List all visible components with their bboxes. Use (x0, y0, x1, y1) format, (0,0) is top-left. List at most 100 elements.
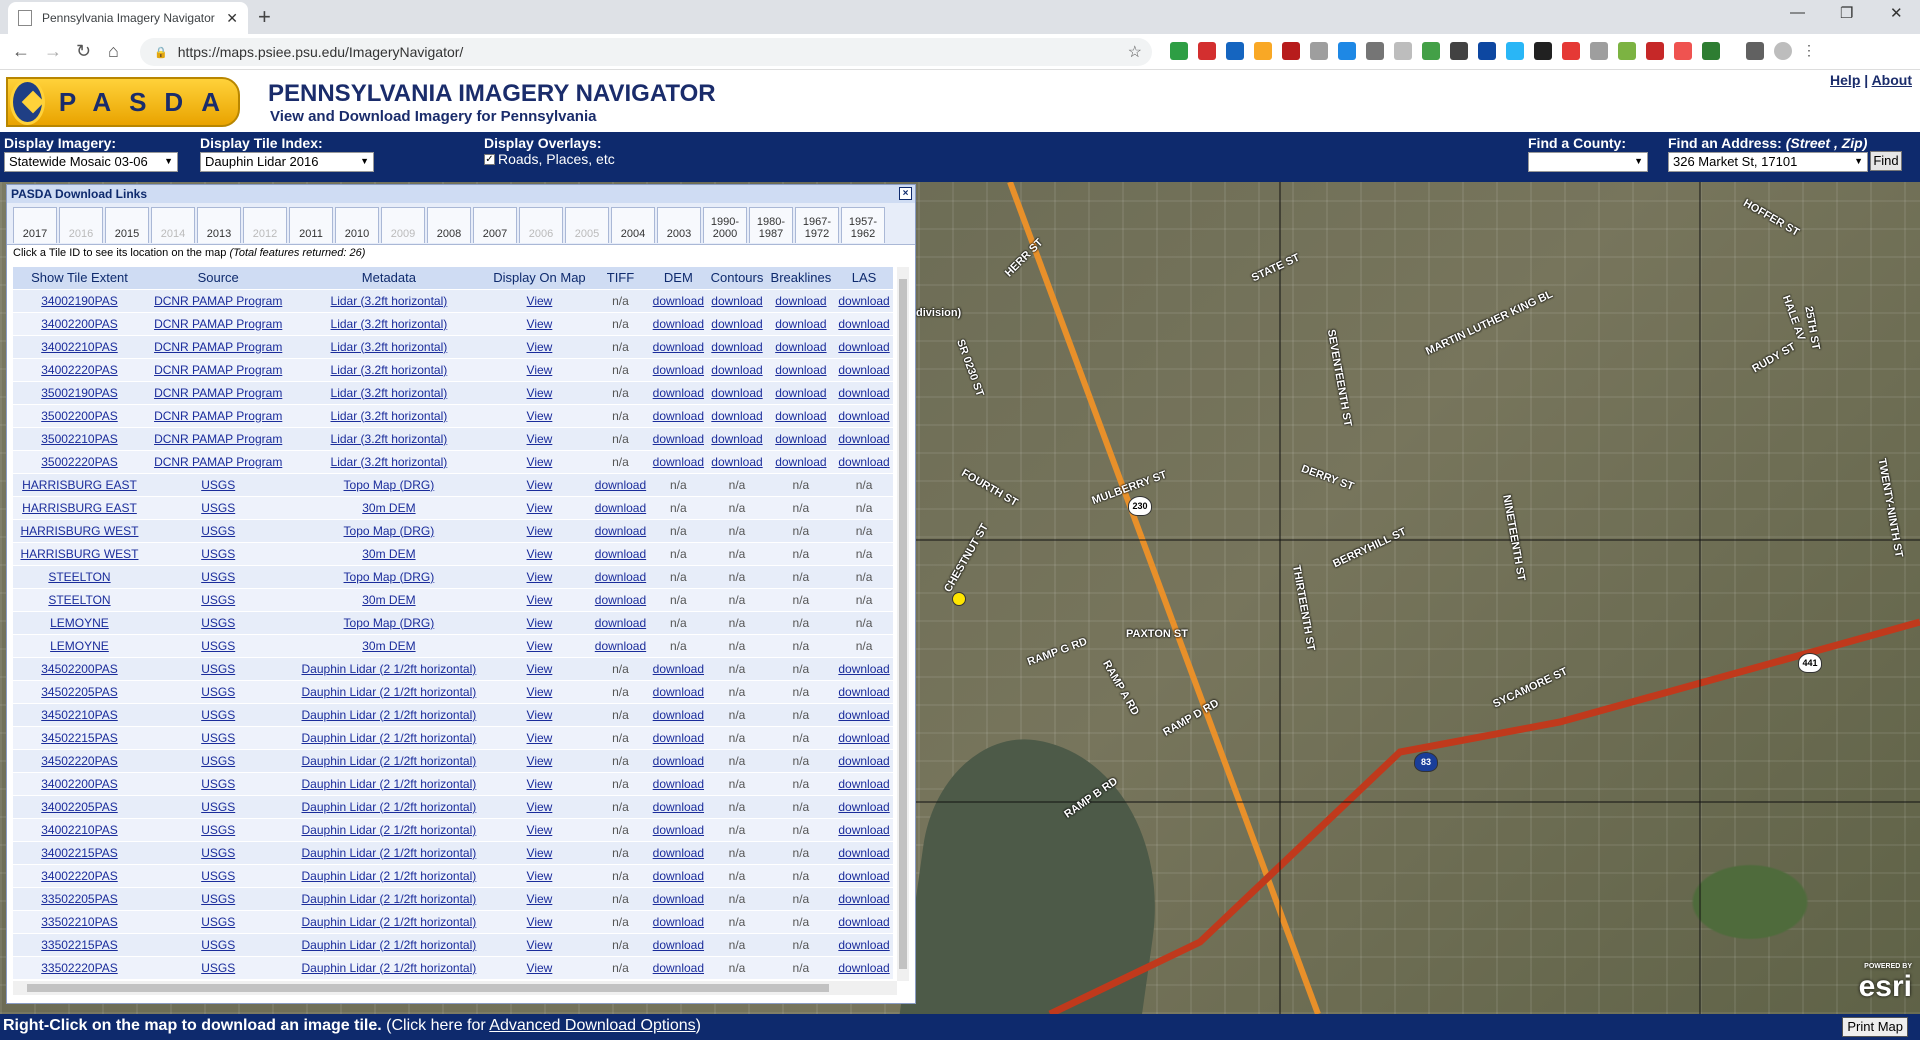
table-cell[interactable]: USGS (145, 611, 291, 635)
table-cell[interactable]: download (835, 427, 893, 451)
table-cell[interactable]: USGS (145, 542, 291, 566)
location-marker[interactable] (952, 592, 966, 606)
table-cell[interactable]: Topo Map (DRG) (290, 611, 488, 635)
table-cell[interactable]: download (649, 680, 708, 704)
display-imagery-select[interactable]: Statewide Mosaic 03-06 (4, 152, 178, 172)
bookmark-star-icon[interactable]: ☆ (1128, 42, 1142, 62)
table-cell[interactable]: download (591, 565, 650, 589)
table-cell[interactable]: download (649, 703, 708, 727)
extension-icon[interactable] (1562, 42, 1580, 60)
year-tab-1990-2000[interactable]: 1990-2000 (703, 207, 747, 243)
table-cell[interactable]: download (649, 910, 708, 934)
table-cell[interactable]: download (649, 841, 708, 865)
table-cell[interactable]: View (487, 634, 592, 658)
table-cell[interactable]: Lidar (3.2ft horizontal) (290, 381, 488, 405)
table-cell[interactable]: View (487, 887, 592, 911)
table-cell[interactable]: View (487, 588, 592, 612)
table-cell[interactable]: download (707, 381, 767, 405)
table-cell[interactable]: 34502205PAS (13, 680, 146, 704)
extension-icon[interactable] (1366, 42, 1384, 60)
table-cell[interactable]: 35002220PAS (13, 450, 146, 474)
table-cell[interactable]: View (487, 450, 592, 474)
table-cell[interactable]: download (766, 450, 836, 474)
table-cell[interactable]: 30m DEM (290, 634, 488, 658)
extension-icon[interactable] (1422, 42, 1440, 60)
table-cell[interactable]: download (649, 404, 708, 428)
table-cell[interactable]: DCNR PAMAP Program (145, 312, 291, 336)
table-cell[interactable]: View (487, 565, 592, 589)
table-cell[interactable]: USGS (145, 496, 291, 520)
year-tab-2017[interactable]: 2017 (13, 207, 57, 243)
table-cell[interactable]: View (487, 956, 592, 980)
table-cell[interactable]: download (707, 427, 767, 451)
profile-avatar[interactable] (1774, 42, 1792, 60)
extension-icon[interactable] (1702, 42, 1720, 60)
table-cell[interactable]: Dauphin Lidar (2 1/2ft horizontal) (290, 726, 488, 750)
table-cell[interactable]: Lidar (3.2ft horizontal) (290, 335, 488, 359)
table-cell[interactable]: 30m DEM (290, 588, 488, 612)
table-cell[interactable]: View (487, 542, 592, 566)
table-cell[interactable]: Lidar (3.2ft horizontal) (290, 289, 488, 313)
year-tab-2004[interactable]: 2004 (611, 207, 655, 243)
table-cell[interactable]: download (835, 381, 893, 405)
table-cell[interactable]: download (835, 749, 893, 773)
extension-icon[interactable] (1450, 42, 1468, 60)
table-cell[interactable]: download (707, 312, 767, 336)
table-cell[interactable]: View (487, 289, 592, 313)
table-cell[interactable]: HARRISBURG EAST (13, 473, 146, 497)
year-tab-1980-1987[interactable]: 1980-1987 (749, 207, 793, 243)
table-cell[interactable]: download (835, 680, 893, 704)
year-tab-2011[interactable]: 2011 (289, 207, 333, 243)
minimize-button[interactable]: — (1790, 4, 1805, 21)
help-link[interactable]: Help (1830, 72, 1860, 88)
table-cell[interactable]: 35002190PAS (13, 381, 146, 405)
table-cell[interactable]: USGS (145, 680, 291, 704)
table-cell[interactable]: View (487, 772, 592, 796)
table-cell[interactable]: View (487, 381, 592, 405)
year-tab-2010[interactable]: 2010 (335, 207, 379, 243)
table-cell[interactable]: USGS (145, 634, 291, 658)
table-cell[interactable]: View (487, 427, 592, 451)
table-cell[interactable]: download (591, 519, 650, 543)
table-cell[interactable]: 34002220PAS (13, 864, 146, 888)
table-cell[interactable]: Lidar (3.2ft horizontal) (290, 358, 488, 382)
address-bar[interactable]: 🔒 https://maps.psiee.psu.edu/ImageryNavi… (140, 38, 1152, 66)
table-cell[interactable]: DCNR PAMAP Program (145, 450, 291, 474)
table-cell[interactable]: download (649, 749, 708, 773)
table-cell[interactable]: download (707, 358, 767, 382)
table-cell[interactable]: View (487, 358, 592, 382)
table-cell[interactable]: 34502220PAS (13, 749, 146, 773)
table-cell[interactable]: 34002200PAS (13, 772, 146, 796)
table-cell[interactable]: download (649, 933, 708, 957)
table-cell[interactable]: download (835, 335, 893, 359)
table-cell[interactable]: USGS (145, 818, 291, 842)
table-cell[interactable]: 34002205PAS (13, 795, 146, 819)
table-cell[interactable]: download (649, 450, 708, 474)
close-window-button[interactable]: ✕ (1890, 4, 1903, 22)
table-cell[interactable]: 34502200PAS (13, 657, 146, 681)
table-cell[interactable]: View (487, 864, 592, 888)
table-cell[interactable]: 33502210PAS (13, 910, 146, 934)
table-cell[interactable]: download (649, 887, 708, 911)
table-cell[interactable]: View (487, 496, 592, 520)
table-cell[interactable]: download (766, 381, 836, 405)
table-cell[interactable]: View (487, 818, 592, 842)
table-cell[interactable]: Topo Map (DRG) (290, 565, 488, 589)
table-cell[interactable]: download (591, 496, 650, 520)
table-cell[interactable]: View (487, 657, 592, 681)
table-cell[interactable]: Dauphin Lidar (2 1/2ft horizontal) (290, 818, 488, 842)
table-cell[interactable]: View (487, 519, 592, 543)
table-cell[interactable]: USGS (145, 956, 291, 980)
table-cell[interactable]: download (766, 427, 836, 451)
table-cell[interactable]: 34002215PAS (13, 841, 146, 865)
browser-tab[interactable]: Pennsylvania Imagery Navigator ✕ (8, 2, 248, 34)
overlays-checkbox[interactable]: ✓ Roads, Places, etc (484, 151, 615, 167)
table-cell[interactable]: Lidar (3.2ft horizontal) (290, 312, 488, 336)
table-cell[interactable]: 34002210PAS (13, 335, 146, 359)
table-cell[interactable]: download (591, 611, 650, 635)
table-cell[interactable]: 33502205PAS (13, 887, 146, 911)
table-cell[interactable]: Dauphin Lidar (2 1/2ft horizontal) (290, 910, 488, 934)
table-cell[interactable]: USGS (145, 519, 291, 543)
table-cell[interactable]: Dauphin Lidar (2 1/2ft horizontal) (290, 956, 488, 980)
table-cell[interactable]: USGS (145, 864, 291, 888)
